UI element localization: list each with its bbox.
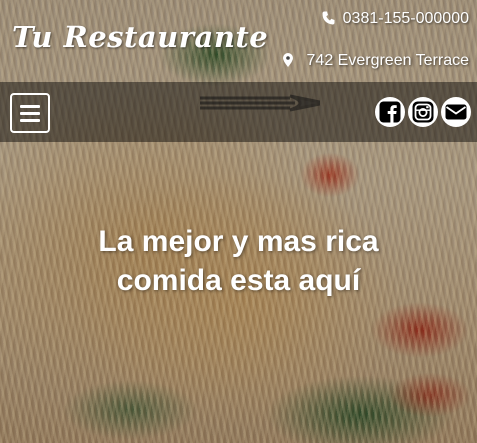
hamburger-menu-icon [20, 104, 40, 108]
email-link[interactable] [441, 97, 471, 127]
social-links [375, 97, 471, 127]
navbar [0, 82, 477, 142]
phone-contact[interactable]: 0381-155-000000 [322, 10, 469, 28]
headline-line-1: La mejor y mas rica [98, 225, 379, 258]
instagram-link[interactable] [408, 97, 438, 127]
phone-icon [322, 11, 335, 27]
phone-number: 0381-155-000000 [342, 10, 469, 27]
facebook-icon [379, 101, 401, 123]
hamburger-bar [20, 118, 40, 122]
brand-logo[interactable]: Tu Restaurante [12, 20, 268, 54]
hero-section: Tu Restaurante 0381-155-000000 742 Everg… [0, 0, 477, 443]
top-bar: Tu Restaurante 0381-155-000000 742 Everg… [0, 0, 477, 82]
hero-headline: La mejor y mas rica comida esta aquí [0, 222, 477, 300]
map-marker-icon [282, 53, 293, 69]
hamburger-menu-button[interactable] [10, 93, 50, 133]
hamburger-bar [20, 111, 40, 115]
envelope-icon [445, 104, 467, 120]
facebook-link[interactable] [375, 97, 405, 127]
address-contact[interactable]: 742 Evergreen Terrace [282, 52, 469, 70]
instagram-icon [412, 101, 434, 123]
address-text: 742 Evergreen Terrace [306, 52, 469, 69]
headline-line-2: comida esta aquí [116, 264, 361, 297]
